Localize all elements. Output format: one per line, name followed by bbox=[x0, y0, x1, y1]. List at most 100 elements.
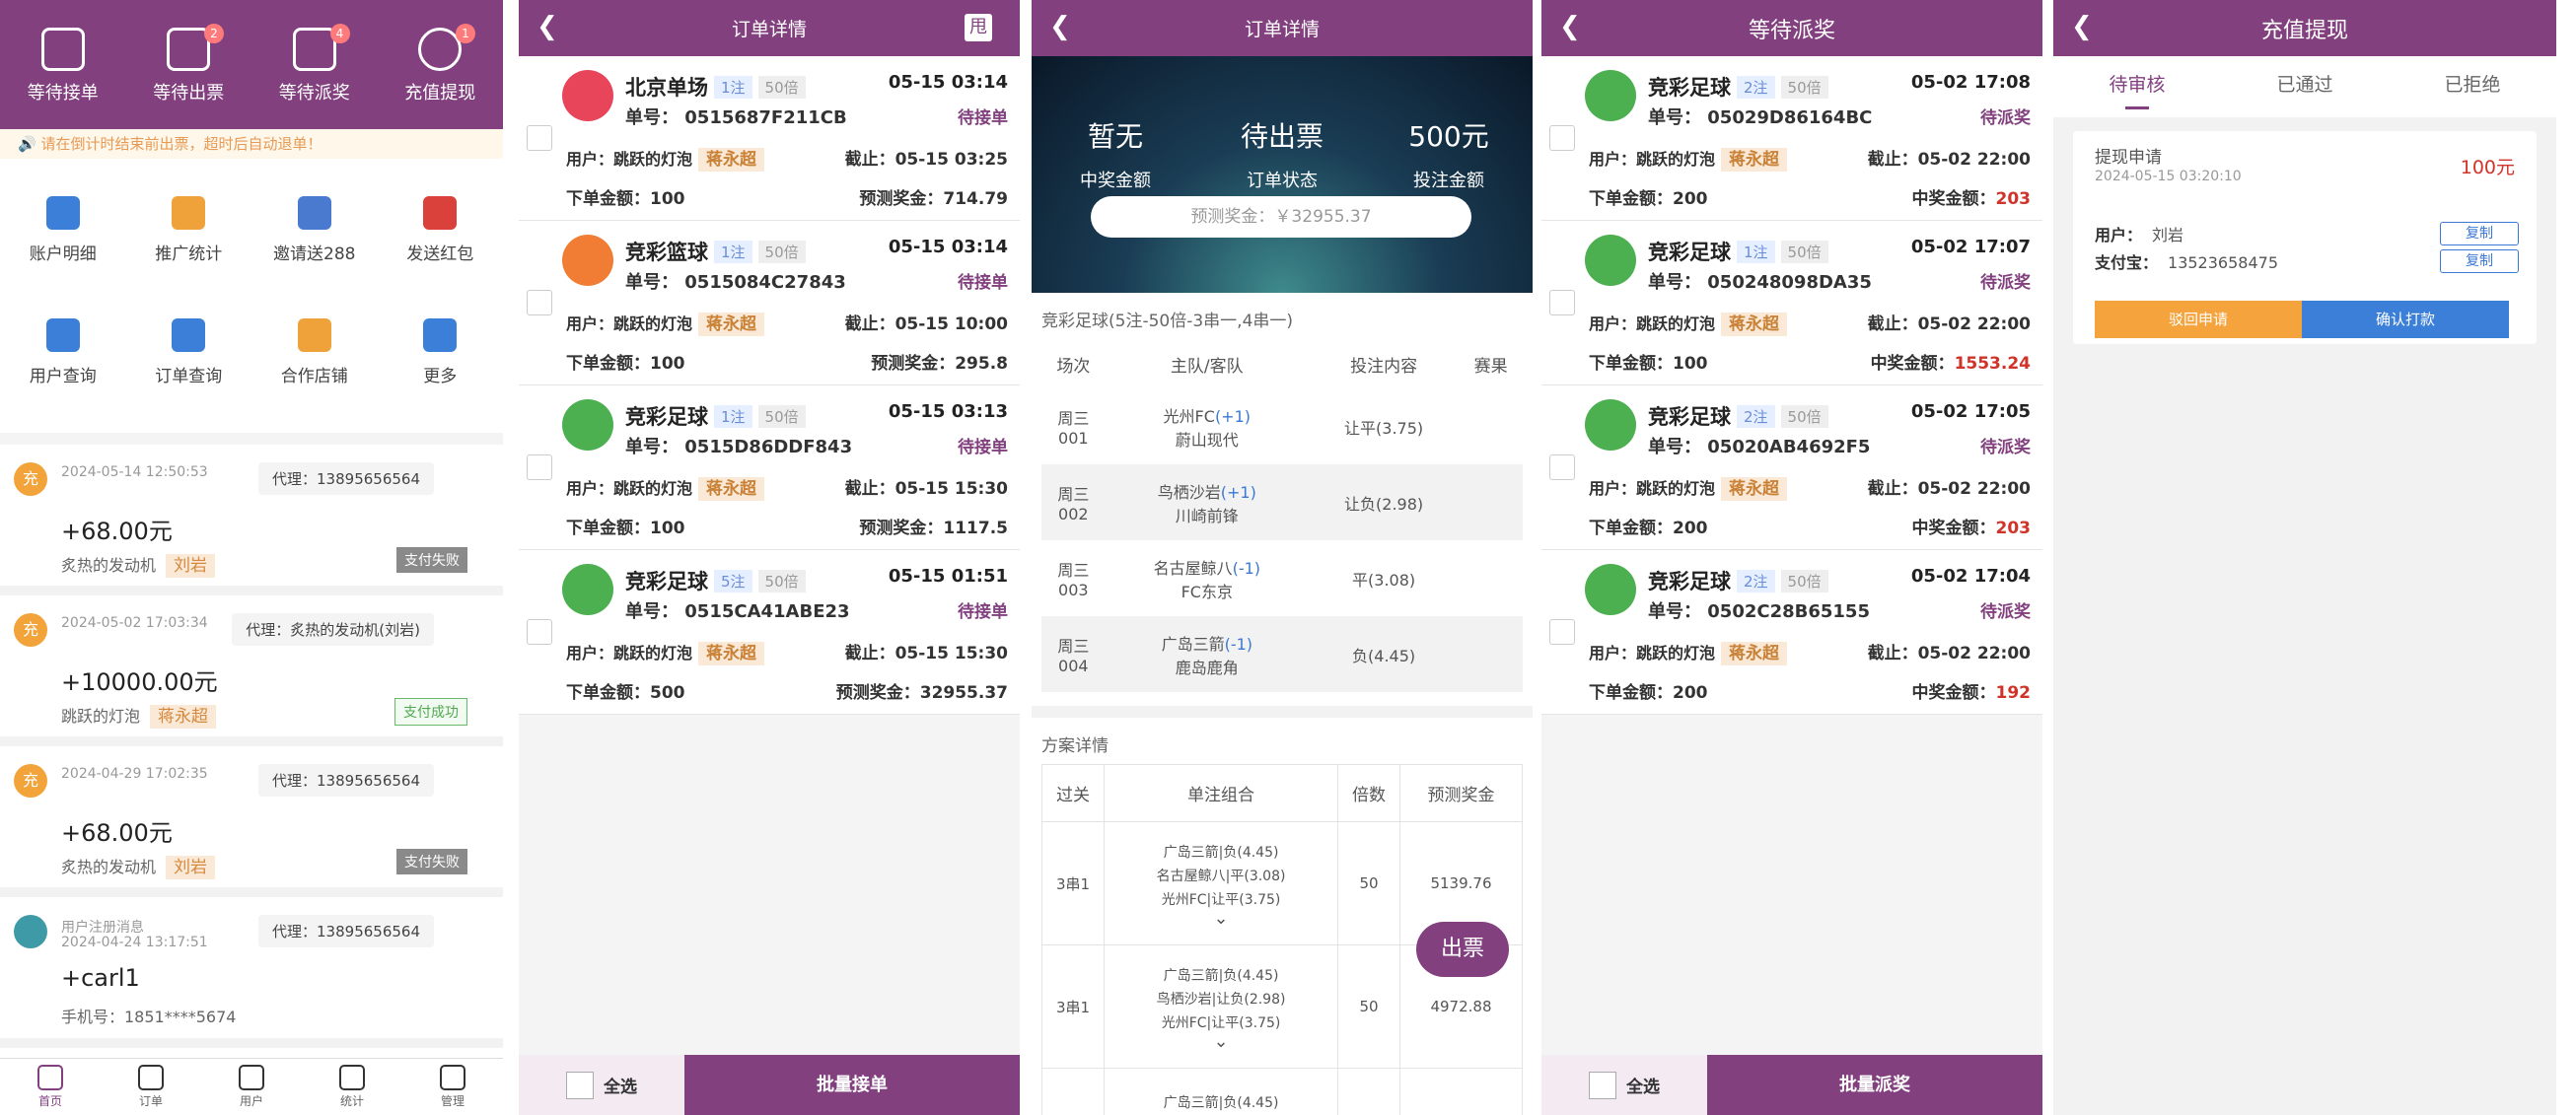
grid-item-user-query[interactable]: 用户查询 bbox=[0, 301, 126, 423]
match-row: 周三 004 广岛三箭(-1) 鹿岛鹿角 负(4.45) bbox=[1041, 616, 1523, 692]
agent-label: 代理：13895656564 bbox=[258, 462, 434, 495]
order-card[interactable]: 竞彩足球 2注 50倍 05-02 17:04 单号： 0502C28B65155 待派奖… bbox=[1541, 550, 2042, 715]
tab-manage[interactable]: 管理 bbox=[402, 1059, 503, 1115]
tab-user[interactable]: 用户 bbox=[201, 1059, 302, 1115]
order-checkbox[interactable] bbox=[527, 290, 552, 315]
order-list-screen: ❮ 订单详情 甩 北京单场 1注 50倍 05-15 03:14 单号： 0515687… bbox=[519, 0, 1020, 1115]
tab-approved[interactable]: 已通过 bbox=[2221, 56, 2389, 117]
order-card[interactable]: 竞彩足球 2注 50倍 05-02 17:08 单号： 05029D86164BC 待派奖… bbox=[1541, 56, 2042, 221]
bets-pill: 2注 bbox=[1737, 405, 1775, 428]
home-name: 广岛三箭 bbox=[1161, 634, 1225, 654]
status-badge: 支付失败 bbox=[396, 849, 467, 874]
chevron-down-icon[interactable]: ⌄ bbox=[1105, 1033, 1337, 1051]
back-icon[interactable]: ❮ bbox=[2071, 12, 2093, 41]
tab-home[interactable]: 首页 bbox=[0, 1059, 101, 1115]
prize-amount: 预测奖金：32955.37 bbox=[836, 678, 1008, 703]
grid-item-label: 订单查询 bbox=[155, 367, 223, 386]
grid-item-label: 邀请送288 bbox=[273, 244, 356, 264]
home-name: 鸟栖沙岩 bbox=[1157, 482, 1221, 502]
order-checkbox[interactable] bbox=[1549, 619, 1575, 645]
multiple-pill: 50倍 bbox=[1780, 76, 1828, 99]
back-icon[interactable]: ❮ bbox=[1049, 12, 1071, 41]
bet-content: 平(3.08) bbox=[1352, 570, 1416, 590]
select-all[interactable]: 全选 bbox=[519, 1055, 684, 1115]
chevron-down-icon[interactable]: ⌄ bbox=[1105, 910, 1337, 928]
grid-item-partner-store[interactable]: 合作店铺 bbox=[251, 301, 378, 423]
feed-time: 2024-05-14 12:50:53 bbox=[61, 464, 208, 480]
order-icon bbox=[138, 1065, 164, 1090]
back-icon[interactable]: ❮ bbox=[537, 12, 558, 41]
recharge-withdraw-button[interactable]: 1 充值提现 bbox=[378, 24, 504, 129]
order-checkbox[interactable] bbox=[527, 619, 552, 645]
match-day: 周三 bbox=[1057, 485, 1090, 504]
match-table: 场次 主队/客队 投注内容 赛果 周三 001 光州FC(+1) 蔚山现代 让平(3.7… bbox=[1041, 339, 1523, 692]
select-all-checkbox[interactable] bbox=[566, 1071, 594, 1099]
bets-pill: 1注 bbox=[1737, 241, 1775, 263]
plan-combo: 广岛三箭|负(4.45) bbox=[1104, 1068, 1339, 1115]
grid-item-account-detail[interactable]: 账户明细 bbox=[0, 178, 126, 301]
agent-tag: 蒋永超 bbox=[1721, 148, 1788, 172]
grid-item-invite[interactable]: 邀请送288 bbox=[251, 178, 378, 301]
order-checkbox[interactable] bbox=[1549, 290, 1575, 315]
deadline: 截止：05-02 22:00 bbox=[1867, 479, 2031, 499]
tab-stats[interactable]: 统计 bbox=[302, 1059, 402, 1115]
order-checkbox[interactable] bbox=[527, 125, 552, 151]
waiting-ticket-button[interactable]: 2 等待出票 bbox=[126, 24, 252, 129]
order-time: 05-02 17:07 bbox=[1910, 237, 2031, 257]
select-all[interactable]: 全选 bbox=[1541, 1055, 1707, 1115]
feed-user: 炙热的发动机 刘岩 bbox=[61, 551, 216, 578]
order-detail-screen: ❮ 订单详情 暂无 中奖金额 待出票 订单状态 500元 投注金额 预测奖金：￥329… bbox=[1032, 0, 1533, 1115]
tab-pending[interactable]: 待审核 bbox=[2053, 56, 2221, 117]
order-user: 用户：跳跃的灯泡 蒋永超 bbox=[566, 145, 765, 172]
grid-item-promotion-stats[interactable]: 推广统计 bbox=[126, 178, 252, 301]
order-card[interactable]: 竞彩足球 1注 50倍 05-15 03:13 单号： 0515D86DDF843 待接单… bbox=[519, 385, 1020, 550]
match-teams: 名古屋鲸八(-1) FC东京 bbox=[1106, 540, 1309, 616]
order-user: 用户：跳跃的灯泡 蒋永超 bbox=[1589, 310, 1788, 336]
batch-accept-button[interactable]: 批量接单 bbox=[684, 1055, 1020, 1115]
withdraw-card: 提现申请 2024-05-15 03:20:10 100元 用户： 刘岩 复制 支… bbox=[2073, 131, 2537, 344]
order-checkbox[interactable] bbox=[527, 454, 552, 480]
order-checkbox[interactable] bbox=[1549, 125, 1575, 151]
select-all-checkbox[interactable] bbox=[1589, 1071, 1616, 1099]
prize-value: 预测奖金：714.79 bbox=[859, 189, 1008, 209]
status-badge: 支付成功 bbox=[394, 698, 467, 726]
deadline: 截止：05-02 22:00 bbox=[1867, 314, 2031, 334]
grid-item-order-query[interactable]: 订单查询 bbox=[126, 301, 252, 423]
tab-rejected[interactable]: 已拒绝 bbox=[2389, 56, 2556, 117]
waiting-prize-button[interactable]: 4 等待派奖 bbox=[251, 24, 378, 129]
dump-button[interactable]: 甩 bbox=[965, 14, 992, 41]
stadium-banner: 暂无 中奖金额 待出票 订单状态 500元 投注金额 预测奖金：￥32955.37 bbox=[1032, 56, 1533, 293]
order-card[interactable]: 竞彩足球 1注 50倍 05-02 17:07 单号： 050248098DA35 待派奖… bbox=[1541, 221, 2042, 385]
order-checkbox[interactable] bbox=[1549, 454, 1575, 480]
confirm-pay-button[interactable]: 确认打款 bbox=[2302, 301, 2509, 338]
waiting-accept-button[interactable]: 等待接单 bbox=[0, 28, 126, 129]
match-result bbox=[1459, 388, 1523, 464]
tab-order[interactable]: 订单 bbox=[101, 1059, 201, 1115]
copy-alipay-button[interactable]: 复制 bbox=[2440, 249, 2519, 273]
feed-user: 炙热的发动机 刘岩 bbox=[61, 853, 216, 879]
football-logo-icon bbox=[1585, 70, 1636, 121]
agent-tag: 蒋永超 bbox=[1721, 477, 1788, 501]
feed-card: 用户注册消息 2024-04-24 13:17:51 代理：13895656564 +… bbox=[0, 897, 503, 1048]
prize-amount: 预测奖金：714.79 bbox=[859, 184, 1008, 209]
order-card[interactable]: 北京单场 1注 50倍 05-15 03:14 单号： 0515687F211CB 待接单… bbox=[519, 56, 1020, 221]
print-ticket-button[interactable]: 出票 bbox=[1416, 922, 1509, 977]
copy-user-button[interactable]: 复制 bbox=[2440, 222, 2519, 245]
order-card[interactable]: 竞彩足球 5注 50倍 05-15 01:51 单号： 0515CA41ABE23 待接单… bbox=[519, 550, 1020, 715]
prize-value: 1553.24 bbox=[1954, 354, 2031, 374]
back-icon[interactable]: ❮ bbox=[1559, 12, 1581, 41]
message-feed: 充 2024-05-14 12:50:53 代理：13895656564 +68.00… bbox=[0, 445, 503, 1048]
home-icon bbox=[37, 1065, 63, 1090]
order-number: 单号： 05020AB4692F5 bbox=[1648, 437, 1871, 457]
tab-label: 管理 bbox=[440, 1094, 465, 1108]
batch-prize-button[interactable]: 批量派奖 bbox=[1707, 1055, 2042, 1115]
lottery-logo-icon bbox=[562, 235, 613, 286]
order-card[interactable]: 竞彩篮球 1注 50倍 05-15 03:14 单号： 0515084C27843 待接单… bbox=[519, 221, 1020, 385]
grid-item-send-redpacket[interactable]: 发送红包 bbox=[378, 178, 504, 301]
reject-button[interactable]: 驳回申请 bbox=[2095, 301, 2302, 338]
send-redpacket-icon bbox=[423, 196, 458, 230]
lottery-name: 竞彩足球 2注 50倍 bbox=[1648, 566, 1828, 595]
grid-item-more[interactable]: 更多 bbox=[378, 301, 504, 423]
order-card[interactable]: 竞彩足球 2注 50倍 05-02 17:05 单号： 05020AB4692F5 待派奖… bbox=[1541, 385, 2042, 550]
match-no: 周三 004 bbox=[1041, 616, 1106, 692]
